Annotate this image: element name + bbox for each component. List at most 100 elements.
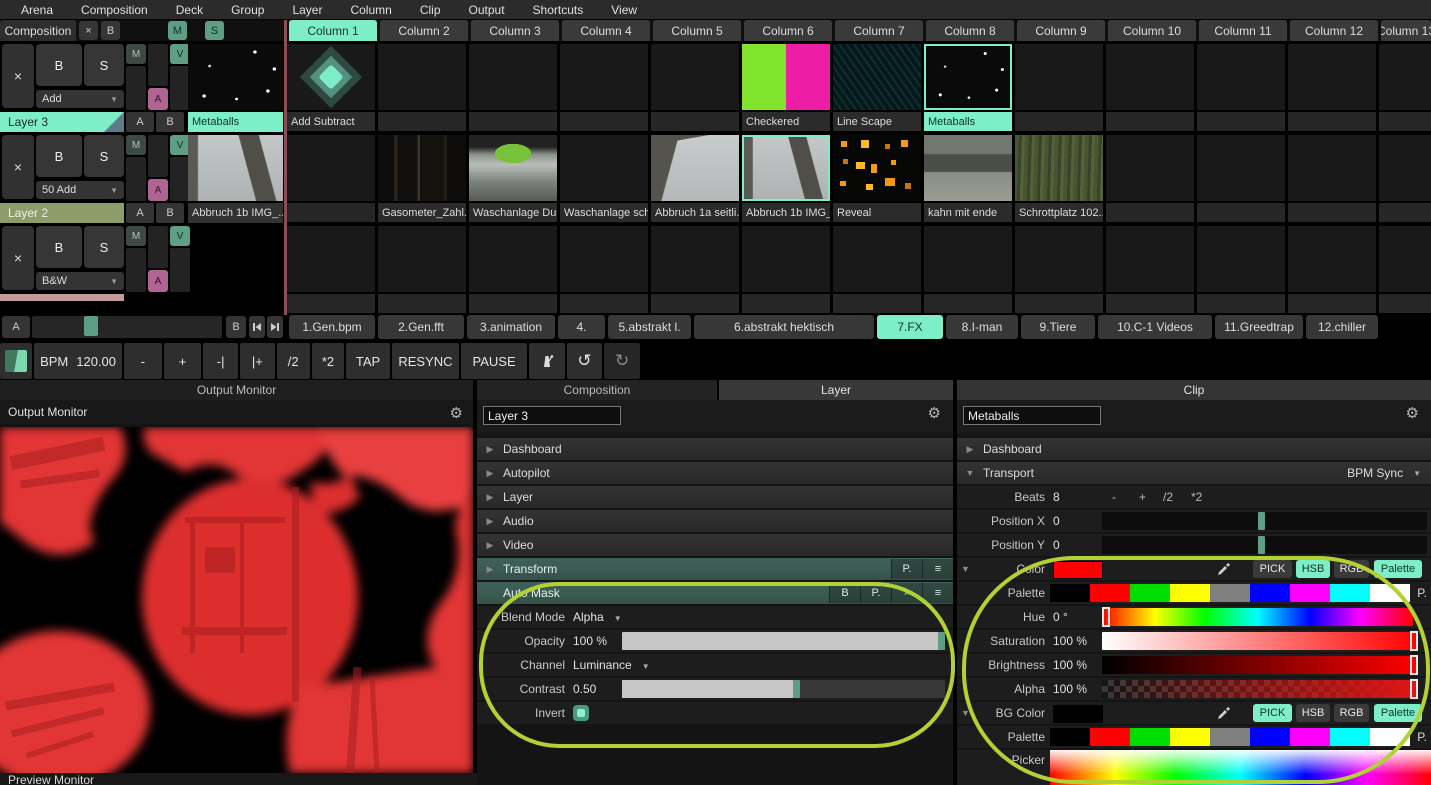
layer3-name[interactable]: Layer 3	[0, 112, 124, 132]
composition-tab[interactable]: Composition	[0, 20, 76, 41]
layer2-master-fader[interactable]	[126, 157, 146, 201]
brightness-slider[interactable]	[1102, 656, 1418, 674]
layer2-crossfade-b-button[interactable]: B	[156, 203, 184, 223]
palette-swatch-white[interactable]	[1370, 584, 1410, 602]
saturation-slider[interactable]	[1102, 632, 1418, 650]
bpm-display[interactable]: BPM120.00	[34, 343, 122, 379]
pause-button[interactable]: PAUSE	[461, 343, 527, 379]
column-tab-12[interactable]: Column 12	[1290, 20, 1378, 41]
palette-swatch-yellow[interactable]	[1170, 584, 1210, 602]
layer3-active-clip-label[interactable]: Metaballs	[188, 112, 283, 132]
deck-tab-9[interactable]: 9.Tiere	[1021, 315, 1095, 339]
section-dashboard[interactable]: ▶Dashboard	[477, 438, 953, 460]
palette-p-button[interactable]: P.	[1417, 582, 1427, 604]
layer3-master-fader[interactable]	[126, 66, 146, 110]
bg-color-swatch[interactable]	[1053, 705, 1103, 723]
layer1-blend-dropdown[interactable]: B&W▼	[36, 272, 124, 290]
layer3-active-clip-thumbnail[interactable]	[188, 44, 283, 110]
palette-swatch-yellow[interactable]	[1170, 728, 1210, 746]
layer1-master-fader[interactable]	[126, 248, 146, 292]
section-dashboard[interactable]: ▶Dashboard	[957, 438, 1431, 460]
layer2-clear-button[interactable]: ×	[2, 135, 34, 199]
blend-mode-dropdown[interactable]: Alpha▼	[573, 606, 622, 630]
tab-layer[interactable]: Layer	[719, 380, 953, 400]
palette-swatch-blue[interactable]	[1250, 584, 1290, 602]
alpha-slider[interactable]	[1102, 680, 1418, 698]
section-autopilot[interactable]: ▶Autopilot	[477, 462, 953, 484]
nudge-up-button[interactable]: |+	[240, 343, 275, 379]
slider-handle[interactable]	[1258, 536, 1265, 554]
layer1-video-fader[interactable]	[170, 248, 190, 292]
palette-swatch-green[interactable]	[1130, 584, 1170, 602]
column-tab-5[interactable]: Column 5	[653, 20, 741, 41]
composition-close-button[interactable]: ×	[79, 21, 98, 40]
metronome-button[interactable]	[529, 343, 565, 379]
resync-button[interactable]: RESYNC	[392, 343, 460, 379]
bpm-plus-button[interactable]: +	[164, 343, 202, 379]
beats-half-button[interactable]: /2	[1163, 486, 1173, 508]
layer2-v-button[interactable]: V	[170, 135, 190, 155]
transform-params-button[interactable]: P.	[891, 559, 922, 579]
menu-column[interactable]: Column	[337, 3, 404, 17]
saturation-value[interactable]: 100 %	[1053, 630, 1087, 652]
alpha-value[interactable]: 100 %	[1053, 678, 1087, 700]
deck-tab-4[interactable]: 4.	[558, 315, 605, 339]
palette-swatch-magenta[interactable]	[1290, 584, 1330, 602]
composition-speed-button[interactable]: S	[205, 21, 224, 40]
beats-minus-button[interactable]: -	[1112, 486, 1116, 508]
gear-icon[interactable]: ⚙	[1406, 405, 1419, 423]
slider-handle[interactable]	[1258, 512, 1265, 530]
column-tab-2[interactable]: Column 2	[380, 20, 468, 41]
eyedropper-icon[interactable]	[1217, 706, 1231, 720]
layer3-crossfade-a-button[interactable]: A	[126, 112, 154, 132]
section-transport[interactable]: ▼Transport BPM Sync▼	[957, 462, 1431, 484]
color-swatch[interactable]	[1053, 561, 1103, 579]
transform-menu-button[interactable]: ≡	[922, 559, 953, 579]
beats-double-button[interactable]: *2	[1191, 486, 1202, 508]
menu-deck[interactable]: Deck	[163, 3, 216, 17]
column-tab-10[interactable]: Column 10	[1108, 20, 1196, 41]
palette-swatch-cyan[interactable]	[1330, 584, 1370, 602]
slider-handle[interactable]	[1410, 655, 1418, 675]
menu-output[interactable]: Output	[456, 3, 518, 17]
bg-color-hsb-button[interactable]: HSB	[1296, 704, 1330, 722]
position-x-value[interactable]: 0	[1053, 510, 1060, 532]
palette-p-button[interactable]: P.	[1417, 726, 1427, 748]
layer1-audio-fader[interactable]	[148, 226, 168, 268]
bpm-minus-button[interactable]: -	[124, 343, 162, 379]
composition-bypass-button[interactable]: B	[101, 21, 120, 40]
layer3-audio-fader[interactable]	[148, 44, 168, 86]
color-palette-button[interactable]: Palette	[1374, 560, 1422, 578]
section-transform[interactable]: ▶Transform P. ≡	[477, 558, 953, 580]
layer1-clear-button[interactable]: ×	[2, 226, 34, 290]
deck-tab-10[interactable]: 10.C-1 Videos	[1098, 315, 1212, 339]
column-tab-13[interactable]: Column 13	[1381, 20, 1431, 41]
composition-master-button[interactable]: M	[168, 21, 187, 40]
bg-color-pick-button[interactable]: PICK	[1253, 704, 1292, 722]
opacity-value[interactable]: 100 %	[573, 630, 607, 652]
palette-swatch-blue[interactable]	[1250, 728, 1290, 746]
gear-icon[interactable]: ⚙	[450, 405, 463, 423]
deck-tab-11[interactable]: 11.Greedtrap	[1215, 315, 1303, 339]
column-tab-8[interactable]: Column 8	[926, 20, 1014, 41]
bg-color-palette-button[interactable]: Palette	[1374, 704, 1422, 722]
slider-handle[interactable]	[1410, 631, 1418, 651]
automask-close-button[interactable]: ×	[891, 583, 922, 603]
layer1-a-button[interactable]: A	[148, 270, 168, 292]
position-x-slider[interactable]	[1102, 512, 1427, 530]
slider-handle[interactable]	[1102, 607, 1110, 627]
column-tab-3[interactable]: Column 3	[471, 20, 559, 41]
menu-group[interactable]: Group	[218, 3, 277, 17]
deck-tab-8[interactable]: 8.I-man	[946, 315, 1018, 339]
layer1-v-button[interactable]: V	[170, 226, 190, 246]
hue-value[interactable]: 0 °	[1053, 606, 1068, 628]
column-tab-7[interactable]: Column 7	[835, 20, 923, 41]
brightness-value[interactable]: 100 %	[1053, 654, 1087, 676]
section-layer[interactable]: ▶Layer	[477, 486, 953, 508]
palette-swatch-gray[interactable]	[1210, 584, 1250, 602]
color-picker-field[interactable]	[1050, 750, 1431, 785]
layer1-bypass-button[interactable]: B	[36, 226, 82, 268]
menu-shortcuts[interactable]: Shortcuts	[520, 3, 597, 17]
layer2-name[interactable]: Layer 2	[0, 203, 124, 223]
beats-plus-button[interactable]: +	[1139, 486, 1146, 508]
